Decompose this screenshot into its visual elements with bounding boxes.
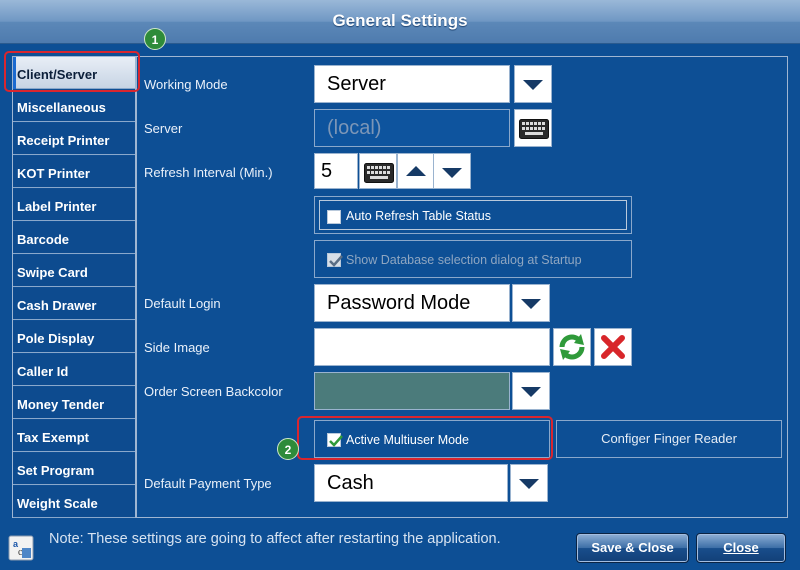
close-button-label: Close <box>723 540 759 555</box>
note-icon: a c <box>8 535 34 561</box>
default-payment-label: Default Payment Type <box>144 476 272 491</box>
side-image-label: Side Image <box>144 340 210 355</box>
working-mode-label: Working Mode <box>144 77 228 92</box>
tab-pole-display[interactable]: Pole Display <box>13 321 135 353</box>
tab-receipt-printer[interactable]: Receipt Printer <box>13 123 135 155</box>
tab-weight-scale[interactable]: Weight Scale <box>13 486 135 518</box>
window-title: General Settings <box>332 11 468 30</box>
side-image-clear-button[interactable] <box>594 328 632 366</box>
show-db-dialog-frame: Show Database selection dialog at Startu… <box>314 240 632 278</box>
tab-barcode[interactable]: Barcode <box>13 222 135 254</box>
refresh-interval-up-button[interactable] <box>397 153 435 189</box>
auto-refresh-checkbox[interactable] <box>327 210 341 224</box>
tab-kot-printer[interactable]: KOT Printer <box>13 156 135 188</box>
restart-note: Note: These settings are going to affect… <box>49 531 501 547</box>
auto-refresh-label: Auto Refresh Table Status <box>346 209 491 223</box>
tab-tax-exempt[interactable]: Tax Exempt <box>13 420 135 452</box>
keyboard-icon <box>364 163 394 183</box>
settings-tab-list: Client/Server Miscellaneous Receipt Prin… <box>12 56 136 518</box>
default-payment-select[interactable]: Cash <box>314 464 508 502</box>
auto-refresh-checkbox-frame: Auto Refresh Table Status <box>314 196 632 234</box>
step-badge-1: 1 <box>144 28 166 50</box>
delete-x-icon <box>601 335 625 359</box>
default-payment-dropdown-button[interactable] <box>510 464 548 502</box>
window-titlebar: General Settings <box>0 0 800 44</box>
default-login-dropdown-button[interactable] <box>512 284 550 322</box>
refresh-interval-keyboard-button[interactable] <box>359 153 397 189</box>
default-login-label: Default Login <box>144 296 221 311</box>
step-badge-2: 2 <box>277 438 299 460</box>
tab-caller-id[interactable]: Caller Id <box>13 354 135 386</box>
side-image-input[interactable] <box>314 328 550 366</box>
tab-cash-drawer[interactable]: Cash Drawer <box>13 288 135 320</box>
show-db-dialog-label: Show Database selection dialog at Startu… <box>346 253 582 267</box>
highlight-client-server-tab <box>4 51 140 92</box>
working-mode-select[interactable]: Server <box>314 65 510 103</box>
show-db-dialog-checkbox[interactable] <box>327 253 343 267</box>
close-button[interactable]: Close <box>696 533 786 563</box>
save-close-button[interactable]: Save & Close <box>576 533 689 563</box>
refresh-interval-input[interactable]: 5 <box>314 153 358 189</box>
default-login-select[interactable]: Password Mode <box>314 284 510 322</box>
highlight-multiuser-mode <box>297 416 553 460</box>
server-keyboard-button[interactable] <box>514 109 552 147</box>
order-backcolor-label: Order Screen Backcolor <box>144 384 283 399</box>
order-backcolor-swatch[interactable] <box>314 372 510 410</box>
configure-finger-reader-button[interactable]: Configer Finger Reader <box>556 420 782 458</box>
tab-money-tender[interactable]: Money Tender <box>13 387 135 419</box>
checkmark-icon <box>329 255 343 267</box>
refresh-interval-down-button[interactable] <box>433 153 471 189</box>
keyboard-icon <box>519 119 549 139</box>
working-mode-dropdown-button[interactable] <box>514 65 552 103</box>
server-input[interactable]: (local) <box>314 109 510 147</box>
refresh-icon <box>559 334 585 360</box>
side-image-refresh-button[interactable] <box>553 328 591 366</box>
tab-set-program[interactable]: Set Program <box>13 453 135 485</box>
tab-swipe-card[interactable]: Swipe Card <box>13 255 135 287</box>
server-label: Server <box>144 121 183 136</box>
tab-label-printer[interactable]: Label Printer <box>13 189 135 221</box>
tab-miscellaneous[interactable]: Miscellaneous <box>13 90 135 122</box>
order-backcolor-dropdown-button[interactable] <box>512 372 550 410</box>
refresh-interval-label: Refresh Interval (Min.) <box>144 165 273 180</box>
